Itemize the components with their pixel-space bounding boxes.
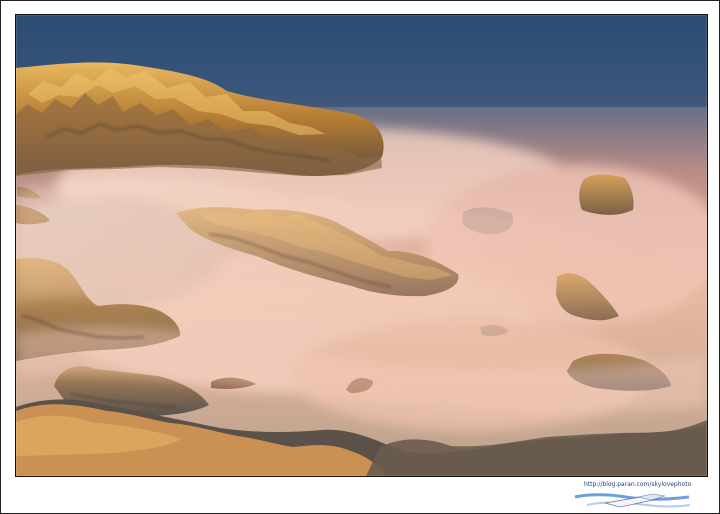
seascape-photo	[15, 14, 708, 477]
seascape-image	[16, 15, 707, 476]
photo-frame: http://blog.paran.com/skylovephoto	[0, 0, 720, 514]
logo-graphic	[574, 493, 691, 508]
blog-logo	[569, 487, 695, 511]
